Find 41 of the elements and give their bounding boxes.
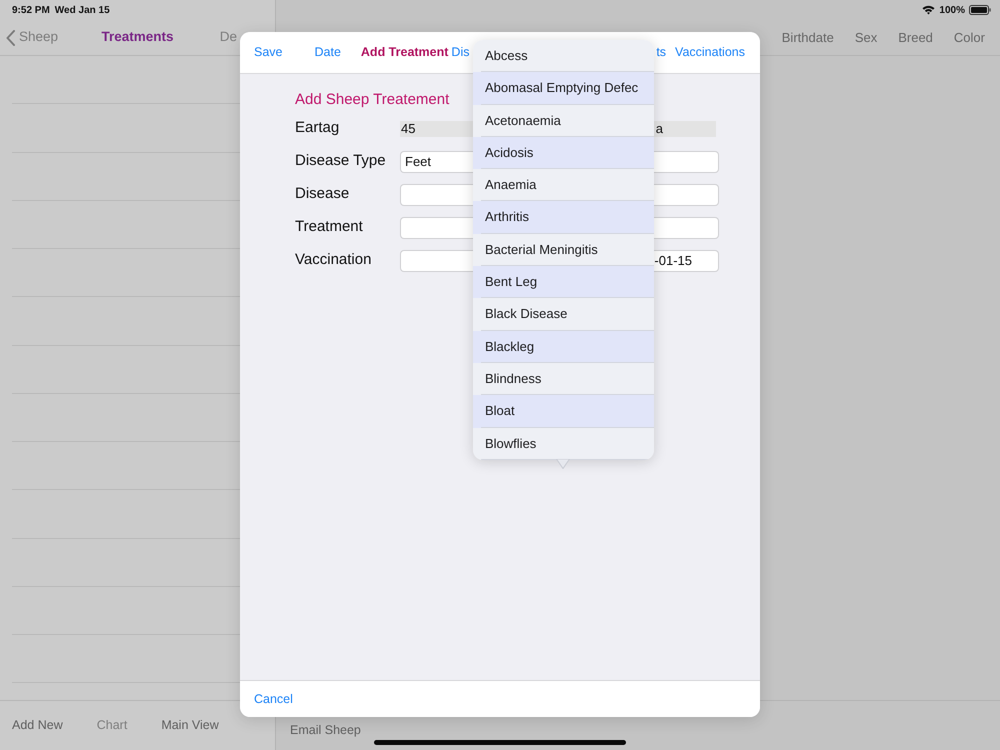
nav-title: Treatments <box>101 28 174 46</box>
dropdown-option[interactable]: Blackleg <box>473 330 654 363</box>
status-time: 9:52 PM <box>12 4 50 18</box>
form-title: Add Sheep Treatement <box>295 91 450 109</box>
wifi-icon <box>922 5 936 15</box>
dropdown-option[interactable]: Black Disease <box>473 298 654 331</box>
toolbar-button[interactable]: Email Sheep <box>290 721 361 740</box>
header-link[interactable]: ts <box>656 43 666 62</box>
battery-percent: 100% <box>939 4 965 18</box>
column-header: Breed <box>898 28 933 47</box>
cancel-button[interactable]: Cancel <box>254 690 293 708</box>
field-label: Vaccination <box>295 250 372 270</box>
dialog-title: Add Treatment <box>360 44 448 62</box>
toolbar-button[interactable]: Main View <box>161 716 219 735</box>
dropdown-option[interactable]: Blowflies <box>473 428 654 460</box>
field-label: Eartag <box>295 118 340 138</box>
column-header: Sex <box>854 28 878 47</box>
dropdown-option[interactable]: Blindness <box>473 362 654 396</box>
dropdown-option[interactable]: Acetonaemia <box>473 104 654 137</box>
battery-icon <box>969 5 991 15</box>
dropdown-option[interactable]: Anaemia <box>473 169 654 202</box>
chevron-left-icon <box>6 30 15 46</box>
popover-pointer-icon <box>556 459 570 469</box>
toolbar-button[interactable]: Add New <box>12 716 63 735</box>
column-header: Color <box>954 28 985 47</box>
field-label: Disease <box>295 184 350 204</box>
field-label: Treatment <box>295 217 364 238</box>
status-date: Wed Jan 15 <box>54 4 110 18</box>
field-label: Disease Type <box>295 151 387 172</box>
header-link[interactable]: Save <box>254 43 282 62</box>
dropdown-option[interactable]: Bloat <box>473 395 654 428</box>
header-link[interactable]: Vaccinations <box>675 43 745 62</box>
dropdown-option[interactable]: Acidosis <box>473 136 654 170</box>
header-link[interactable]: Date <box>314 43 341 62</box>
dropdown-option[interactable]: Abcess <box>473 40 654 72</box>
dropdown-option[interactable]: Abomasal Emptying Defec <box>473 72 654 105</box>
dropdown-option[interactable]: Arthritis <box>473 201 654 234</box>
column-header: Birthdate <box>782 28 834 47</box>
header-link[interactable]: Dis <box>451 43 470 62</box>
dropdown-option[interactable]: Bent Leg <box>473 266 654 298</box>
dropdown-option[interactable]: Bacterial Meningitis <box>473 234 654 266</box>
